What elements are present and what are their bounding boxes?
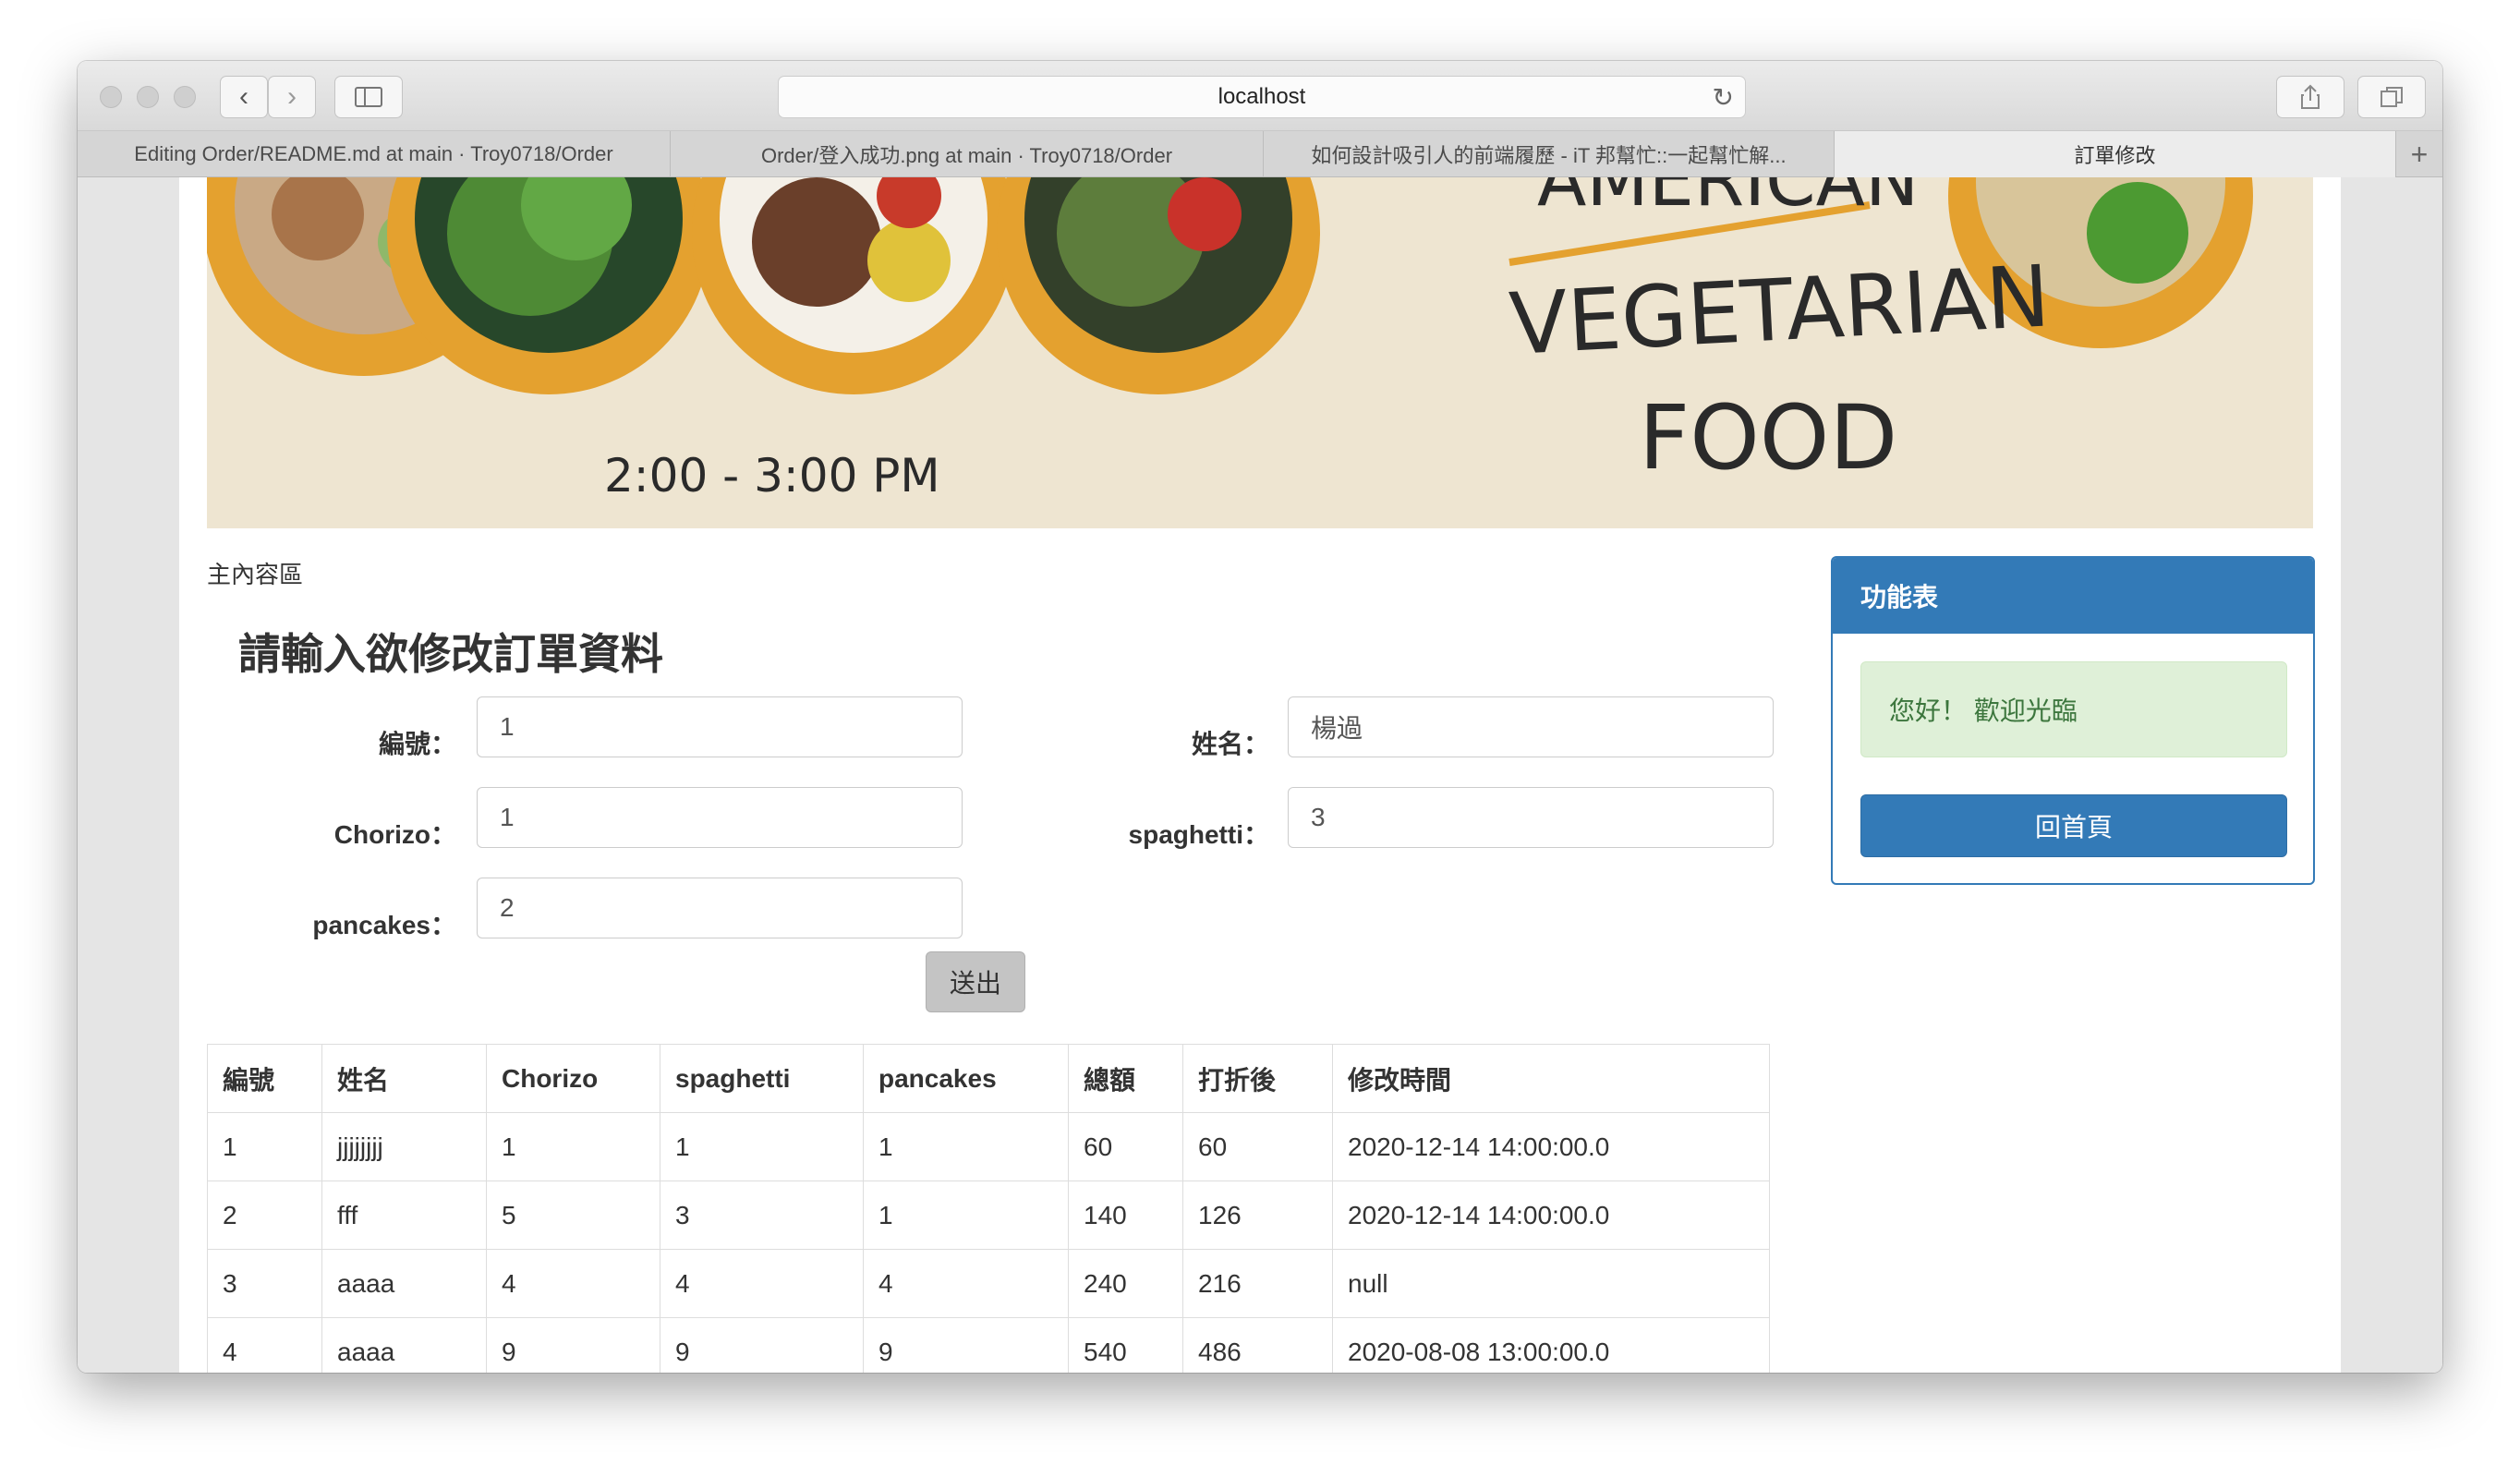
table-row: 1 jjjjjjjj 1 1 1 60 60 2020-12-14 14:00:… <box>207 1112 1770 1181</box>
cell-chorizo: 1 <box>486 1112 660 1181</box>
tab-label: Editing Order/README.md at main · Troy07… <box>134 142 613 165</box>
cell-chorizo: 4 <box>486 1249 660 1318</box>
col-header-pancakes: pancakes <box>863 1044 1069 1113</box>
cell-name: jjjjjjjj <box>321 1112 487 1181</box>
col-header-spaghetti: spaghetti <box>660 1044 864 1113</box>
reload-icon[interactable]: ↻ <box>1713 82 1734 113</box>
col-header-id: 編號 <box>207 1044 322 1113</box>
page-viewport: 2:00 - 3:00 PM AMERICAN VEGETARIAN FOOD … <box>78 177 2442 1373</box>
pancakes-label: pancakes： <box>312 911 456 939</box>
cell-name: fff <box>321 1180 487 1250</box>
welcome-alert: 您好！ 歡迎光臨 <box>1860 661 2287 757</box>
zoom-window-button[interactable] <box>174 86 196 108</box>
cell-spaghetti: 4 <box>660 1249 864 1318</box>
cell-discounted: 216 <box>1182 1249 1333 1318</box>
tabs-icon <box>2381 87 2403 107</box>
chorizo-label: Chorizo： <box>333 820 456 849</box>
cell-total: 140 <box>1068 1180 1183 1250</box>
table-row: 2 fff 5 3 1 140 126 2020-12-14 14:00:00.… <box>207 1180 1770 1250</box>
title-bar: ‹ › localhost ↻ <box>78 61 2442 131</box>
cell-chorizo: 9 <box>486 1317 660 1373</box>
browser-window: ‹ › localhost ↻ Editing Order/README.md … <box>78 61 2442 1373</box>
banner-image: 2:00 - 3:00 PM AMERICAN VEGETARIAN FOOD <box>207 177 2313 528</box>
orders-table: 編號 姓名 Chorizo spaghetti pancakes 總額 打折後 … <box>207 1044 1770 1373</box>
back-button[interactable]: ‹ <box>220 76 268 118</box>
cell-name: aaaa <box>321 1249 487 1318</box>
tab-order-edit[interactable]: 訂單修改 <box>1835 131 2396 177</box>
cell-modified-time: 2020-12-14 14:00:00.0 <box>1332 1112 1770 1181</box>
tab-login-png[interactable]: Order/登入成功.png at main · Troy0718/Order <box>671 131 1264 177</box>
cell-spaghetti: 1 <box>660 1112 864 1181</box>
cell-modified-time: 2020-12-14 14:00:00.0 <box>1332 1180 1770 1250</box>
cell-modified-time: 2020-08-08 13:00:00.0 <box>1332 1317 1770 1373</box>
cell-discounted: 486 <box>1182 1317 1333 1373</box>
close-window-button[interactable] <box>100 86 122 108</box>
col-header-total: 總額 <box>1068 1044 1183 1113</box>
spaghetti-label: spaghetti： <box>1128 820 1269 849</box>
submit-button[interactable]: 送出 <box>926 951 1025 1012</box>
forward-button[interactable]: › <box>268 76 316 118</box>
pancakes-input[interactable] <box>477 878 963 938</box>
col-header-chorizo: Chorizo <box>486 1044 660 1113</box>
id-input[interactable] <box>477 696 963 757</box>
menu-panel-title: 功能表 <box>1833 558 2313 634</box>
cell-discounted: 60 <box>1182 1112 1333 1181</box>
banner-time: 2:00 - 3:00 PM <box>604 449 940 502</box>
cell-id: 3 <box>207 1249 322 1318</box>
page-content: 2:00 - 3:00 PM AMERICAN VEGETARIAN FOOD … <box>179 177 2341 1373</box>
minimize-window-button[interactable] <box>137 86 159 108</box>
banner-line3: FOOD <box>1639 386 1897 490</box>
sidebar-icon <box>355 87 382 107</box>
new-tab-button[interactable]: + <box>2396 131 2442 177</box>
main-area-label: 主內容區 <box>207 561 304 588</box>
tab-readme[interactable]: Editing Order/README.md at main · Troy07… <box>78 131 671 177</box>
cell-total: 540 <box>1068 1317 1183 1373</box>
spaghetti-input[interactable] <box>1288 787 1774 848</box>
cell-total: 60 <box>1068 1112 1183 1181</box>
tabs-overview-button[interactable] <box>2357 76 2426 118</box>
chevron-left-icon: ‹ <box>239 81 248 112</box>
cell-pancakes: 9 <box>863 1317 1069 1373</box>
chevron-right-icon: › <box>287 81 297 112</box>
url-text: localhost <box>1218 84 1306 109</box>
plus-icon: + <box>2410 137 2429 171</box>
col-header-modified-time: 修改時間 <box>1332 1044 1770 1113</box>
col-header-name: 姓名 <box>321 1044 487 1113</box>
tab-ithome[interactable]: 如何設計吸引人的前端履歷 - iT 邦幫忙::一起幫忙解... <box>1264 131 1835 177</box>
cell-total: 240 <box>1068 1249 1183 1318</box>
tab-label: Order/登入成功.png at main · Troy0718/Order <box>760 144 1173 167</box>
col-header-discounted: 打折後 <box>1182 1044 1333 1113</box>
tab-label: 訂單修改 <box>2074 144 2156 167</box>
share-button[interactable] <box>2276 76 2344 118</box>
sidebar-toggle-button[interactable] <box>334 76 403 118</box>
chorizo-input[interactable] <box>477 787 963 848</box>
home-button[interactable]: 回首頁 <box>1860 794 2287 857</box>
address-bar[interactable]: localhost ↻ <box>778 76 1746 118</box>
banner-line1: AMERICAN <box>1537 177 1919 223</box>
cell-modified-time: null <box>1332 1249 1770 1318</box>
cell-spaghetti: 9 <box>660 1317 864 1373</box>
table-row: 4 aaaa 9 9 9 540 486 2020-08-08 13:00:00… <box>207 1317 1770 1373</box>
menu-panel: 功能表 您好！ 歡迎光臨 回首頁 <box>1831 556 2315 885</box>
cell-id: 1 <box>207 1112 322 1181</box>
cell-id: 4 <box>207 1317 322 1373</box>
cell-pancakes: 1 <box>863 1180 1069 1250</box>
share-icon <box>2301 84 2320 109</box>
tab-label: 如何設計吸引人的前端履歷 - iT 邦幫忙::一起幫忙解... <box>1311 144 1787 167</box>
cell-id: 2 <box>207 1180 322 1250</box>
cell-name: aaaa <box>321 1317 487 1373</box>
cell-pancakes: 1 <box>863 1112 1069 1181</box>
cell-spaghetti: 3 <box>660 1180 864 1250</box>
id-label: 編號： <box>378 730 456 758</box>
banner-artwork: 2:00 - 3:00 PM AMERICAN VEGETARIAN FOOD <box>207 177 2313 528</box>
page-heading: 請輸入欲修改訂單資料 <box>238 630 663 678</box>
table-header-row: 編號 姓名 Chorizo spaghetti pancakes 總額 打折後 … <box>207 1044 1770 1113</box>
cell-discounted: 126 <box>1182 1180 1333 1250</box>
table-row: 3 aaaa 4 4 4 240 216 null <box>207 1249 1770 1318</box>
cell-pancakes: 4 <box>863 1249 1069 1318</box>
name-input[interactable] <box>1288 696 1774 757</box>
tab-bar: Editing Order/README.md at main · Troy07… <box>78 131 2442 177</box>
name-label: 姓名： <box>1191 730 1269 758</box>
cell-chorizo: 5 <box>486 1180 660 1250</box>
